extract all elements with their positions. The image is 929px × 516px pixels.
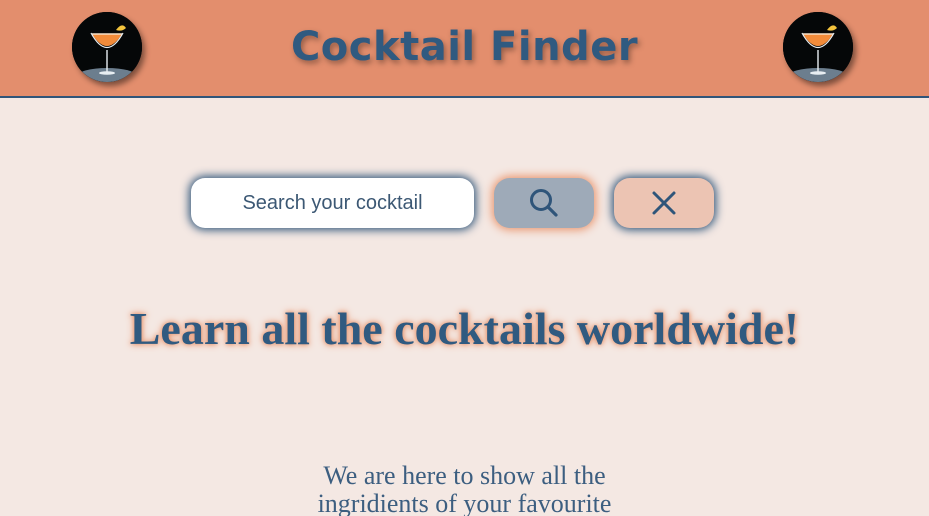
search-button[interactable] (494, 178, 594, 228)
hero-title: Learn all the cocktails worldwide! (129, 303, 800, 354)
search-icon (530, 189, 558, 217)
cocktail-glass-icon (783, 12, 853, 82)
search-input[interactable] (191, 178, 474, 228)
cocktail-logo-right (783, 12, 853, 82)
hero-text-line: ingridients of your favourite (317, 489, 612, 516)
close-icon (652, 191, 676, 215)
hero-text-line: We are here to show all the (323, 461, 606, 490)
hero-description: We are here to show all the ingridients … (0, 462, 929, 516)
clear-button[interactable] (614, 178, 714, 228)
app-header: Cocktail Finder (0, 0, 929, 98)
